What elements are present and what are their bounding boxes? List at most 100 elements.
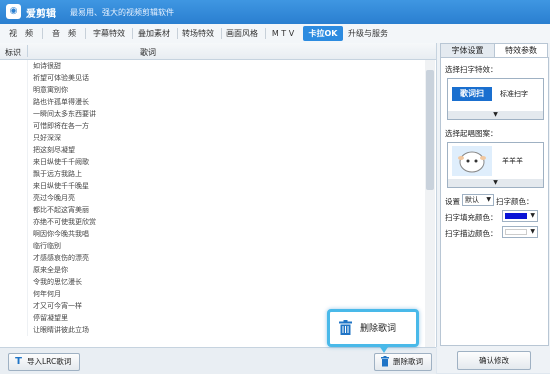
tab-mtv[interactable]: M T V [266, 26, 300, 41]
table-row[interactable]: 啊因你今晚共我唱 [0, 228, 425, 240]
column-divider [27, 312, 28, 324]
column-divider [27, 108, 28, 120]
lyric-text: 临行临别 [33, 242, 61, 250]
column-divider [27, 144, 28, 156]
tab-overlay[interactable]: 叠加素材 [134, 26, 174, 41]
lyric-text: 可惜即将在各一方 [33, 122, 89, 130]
tab-picture-style[interactable]: 画面风格 [222, 26, 262, 41]
chevron-down-icon: ▼ [530, 228, 535, 235]
column-divider [27, 288, 28, 300]
settings-panel: 字体设置 特效参数 选择扫字特效： 歌词扫 标准扫字 ▼ 选择起唱图案： 羊羊羊… [437, 43, 550, 373]
tooltip-pointer [378, 344, 390, 353]
table-row[interactable]: 明意寓别你 [0, 84, 425, 96]
lyric-text: 来日纵使千千晚星 [33, 182, 89, 190]
column-divider [27, 228, 28, 240]
tab-video[interactable]: 视 频 [6, 26, 36, 41]
table-row[interactable]: 亦绝不可使我更欣赏 [0, 216, 425, 228]
column-lyric-header[interactable]: 歌词 [140, 47, 156, 58]
tooltip-label: 删除歌词 [360, 324, 397, 334]
lyrics-scrollbar[interactable] [425, 60, 435, 347]
lyric-text: 令我的思忆漫长 [33, 278, 82, 286]
column-divider [27, 132, 28, 144]
table-row[interactable]: 亮过今晚月亮 [0, 192, 425, 204]
tab-audio[interactable]: 音 频 [48, 26, 80, 41]
import-lrc-button[interactable]: T 导入LRC歌词 [8, 353, 80, 371]
column-divider [27, 168, 28, 180]
lyric-text: 原来全是你 [33, 266, 68, 274]
chevron-down-icon: ▼ [493, 179, 498, 186]
chevron-down-icon: ▼ [530, 212, 535, 219]
column-divider [27, 276, 28, 288]
import-lrc-label: 导入LRC歌词 [27, 357, 72, 366]
stroke-color-picker[interactable]: ▼ [502, 226, 538, 238]
start-icon-dropdown[interactable]: ▼ [447, 179, 544, 188]
table-row[interactable]: 何年何月 [0, 288, 425, 300]
column-divider [27, 240, 28, 252]
chevron-down-icon: ▼ [493, 111, 498, 118]
column-divider [27, 156, 28, 168]
table-row[interactable]: 来日纵使千千阙歌 [0, 156, 425, 168]
table-row[interactable]: 来日纵使千千晚星 [0, 180, 425, 192]
tab-upgrade-service[interactable]: 升级与服务 [345, 26, 391, 41]
table-row[interactable]: 临行临别 [0, 240, 425, 252]
tab-divider [42, 28, 43, 39]
scan-effect-name: 标准扫字 [500, 90, 528, 98]
lyric-text: 把这刻尽凝望 [33, 146, 75, 154]
delete-lyrics-button[interactable]: 删除歌词 [374, 353, 432, 371]
table-row[interactable]: 一瞬间太多东西要讲 [0, 108, 425, 120]
lyric-text: 明意寓别你 [33, 86, 68, 94]
table-row[interactable]: 只好深深 [0, 132, 425, 144]
table-row[interactable]: 如诗很甜 [0, 60, 425, 72]
start-icon-label: 选择起唱图案： [445, 129, 498, 138]
lyric-text: 飘于远方我路上 [33, 170, 82, 178]
fill-color-swatch [505, 213, 527, 219]
tab-divider [132, 28, 133, 39]
column-divider [27, 252, 28, 264]
text-t-icon: T [15, 356, 22, 367]
lyric-text: 来日纵使千千阙歌 [33, 158, 89, 166]
trash-icon [339, 320, 352, 335]
settings-label: 设置 [445, 197, 460, 206]
lyric-text: 如诗很甜 [33, 62, 61, 70]
table-row[interactable]: 都比不起这宵美丽 [0, 204, 425, 216]
lyric-text: 亦绝不可使我更欣赏 [33, 218, 96, 226]
tab-subtitle-effects[interactable]: 字幕特效 [89, 26, 129, 41]
lyric-text: 只好深深 [33, 134, 61, 142]
table-row[interactable]: 祈望可体验美见话 [0, 72, 425, 84]
stroke-color-label: 扫字描边颜色： [445, 229, 498, 238]
tab-karaoke[interactable]: 卡拉OK [303, 26, 343, 41]
settings-select[interactable]: 默认 ▼ [462, 194, 494, 206]
app-logo-icon: ◉ [6, 4, 21, 19]
lyrics-list-header: 标识 歌词 [0, 43, 436, 60]
fill-color-picker[interactable]: ▼ [502, 210, 538, 222]
column-divider [27, 204, 28, 216]
table-row[interactable]: 令我的思忆漫长 [0, 276, 425, 288]
scrollbar-thumb[interactable] [426, 70, 434, 190]
column-divider [27, 180, 28, 192]
delete-lyrics-label: 删除歌词 [393, 357, 423, 366]
table-row[interactable]: 原来全是你 [0, 264, 425, 276]
scan-effect-thumbnail: 歌词扫 [452, 87, 492, 101]
tab-transitions[interactable]: 转场特效 [178, 26, 218, 41]
column-divider [27, 192, 28, 204]
scan-effect-preview[interactable]: 歌词扫 标准扫字 [447, 78, 544, 112]
confirm-changes-button[interactable]: 确认修改 [457, 351, 531, 370]
table-row[interactable]: 飘于远方我路上 [0, 168, 425, 180]
app-name: 爱剪辑 [26, 9, 56, 20]
scan-color-label: 扫字颜色： [496, 197, 534, 206]
table-row[interactable]: 把这刻尽凝望 [0, 144, 425, 156]
start-icon-preview[interactable]: 羊羊羊 [447, 142, 544, 180]
trash-icon [379, 356, 390, 367]
tab-divider [85, 28, 86, 39]
lyric-text: 亮过今晚月亮 [33, 194, 75, 202]
table-row[interactable]: 路也许孤单得漫长 [0, 96, 425, 108]
lyric-text: 路也许孤单得漫长 [33, 98, 89, 106]
lyric-text: 才又可今宵一样 [33, 302, 82, 310]
column-divider [27, 324, 28, 336]
table-row[interactable]: 可惜即将在各一方 [0, 120, 425, 132]
sheep-icon [452, 146, 492, 176]
scan-effect-dropdown[interactable]: ▼ [447, 111, 544, 120]
lyric-text: 都比不起这宵美丽 [33, 206, 89, 214]
column-mark-header[interactable]: 标识 [5, 47, 21, 58]
table-row[interactable]: 才感感哀伤的漂亮 [0, 252, 425, 264]
